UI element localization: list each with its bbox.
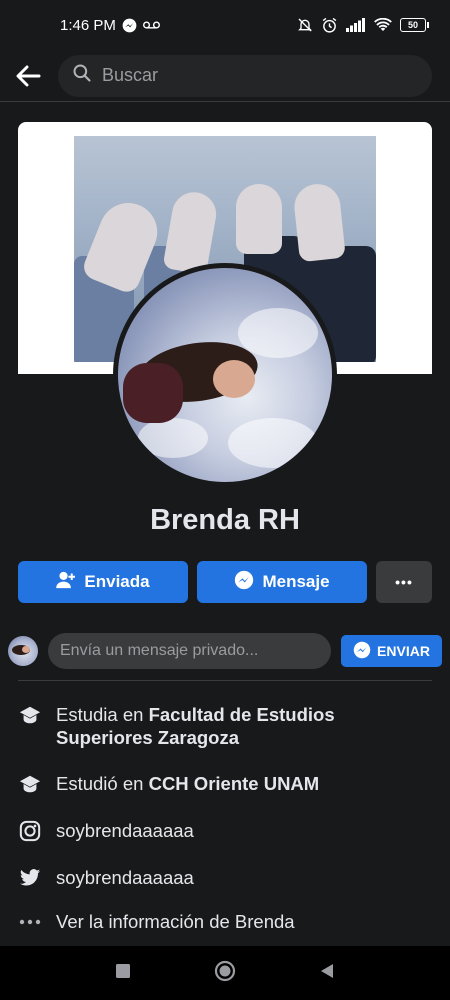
message-button[interactable]: Mensaje: [197, 561, 367, 603]
more-options-icon: •••: [395, 574, 413, 590]
info-education-past-text: Estudió en CCH Oriente UNAM: [56, 772, 319, 795]
search-icon: [72, 63, 92, 88]
user-check-icon: [56, 571, 76, 594]
mute-notifications-icon: [297, 17, 313, 33]
twitter-icon: [18, 866, 42, 890]
send-label: ENVIAR: [377, 643, 430, 659]
alarm-icon: [321, 17, 338, 34]
battery-icon: 50: [400, 18, 429, 32]
cloud: [238, 308, 318, 358]
private-message-input[interactable]: [48, 633, 331, 669]
search-header: [0, 50, 450, 102]
status-time: 1:46 PM: [60, 16, 116, 34]
info-instagram[interactable]: soybrendaaaaaa: [18, 819, 432, 843]
status-bar: 1:46 PM 50: [0, 0, 450, 50]
instagram-icon: [18, 819, 42, 843]
send-button[interactable]: ENVIAR: [341, 635, 442, 667]
more-options-button[interactable]: •••: [376, 561, 432, 603]
signal-icon: [346, 18, 366, 32]
divider: [18, 680, 432, 681]
instagram-handle: soybrendaaaaaa: [56, 820, 194, 841]
friend-request-sent-button[interactable]: Enviada: [18, 561, 188, 603]
studied-place[interactable]: CCH Oriente UNAM: [149, 773, 320, 794]
twitter-handle: soybrendaaaaaa: [56, 867, 194, 888]
person-face: [213, 360, 255, 398]
cover-shoe: [292, 181, 346, 263]
see-info-label: Ver la información de Brenda: [56, 911, 295, 932]
private-message-row: ENVIAR: [8, 632, 442, 670]
voicemail-icon: [142, 20, 160, 30]
cloud: [138, 418, 208, 458]
more-dots-icon: [18, 910, 42, 934]
studied-prefix: Estudió en: [56, 773, 149, 794]
home-icon[interactable]: [214, 960, 236, 987]
back-triangle-icon[interactable]: [320, 963, 334, 984]
avatar-face: [22, 646, 30, 653]
study-prefix: Estudia en: [56, 704, 149, 725]
graduation-cap-icon: [18, 703, 42, 727]
profile-actions: Enviada Mensaje •••: [18, 561, 432, 603]
search-box[interactable]: [58, 54, 432, 97]
info-twitter[interactable]: soybrendaaaaaa: [18, 866, 432, 890]
see-info-link[interactable]: Ver la información de Brenda: [18, 910, 432, 934]
wifi-icon: [374, 18, 392, 32]
info-education-past[interactable]: Estudió en CCH Oriente UNAM: [18, 772, 432, 796]
recent-apps-icon[interactable]: [116, 963, 130, 983]
message-label: Mensaje: [262, 572, 330, 591]
graduation-cap-icon: [18, 772, 42, 796]
system-nav-bar: [0, 946, 450, 1000]
cover-shoe: [236, 184, 282, 254]
messenger-icon: [234, 570, 254, 595]
cover-shoe: [162, 188, 220, 276]
avatar[interactable]: [8, 636, 38, 666]
info-education-current-text: Estudia en Facultad de Estudios Superior…: [56, 703, 432, 749]
back-arrow-icon[interactable]: [12, 60, 44, 92]
messenger-icon: [353, 641, 371, 662]
cloud: [228, 418, 318, 468]
person-top: [123, 363, 183, 423]
messenger-notification-icon: [122, 18, 137, 33]
profile-picture[interactable]: [113, 263, 337, 487]
status-right: 50: [297, 17, 429, 34]
info-education-current[interactable]: Estudia en Facultad de Estudios Superior…: [18, 703, 432, 749]
friend-request-sent-label: Enviada: [84, 572, 150, 591]
profile-name: Brenda RH: [150, 504, 300, 536]
status-left: 1:46 PM: [60, 17, 160, 34]
search-input[interactable]: [102, 65, 418, 86]
